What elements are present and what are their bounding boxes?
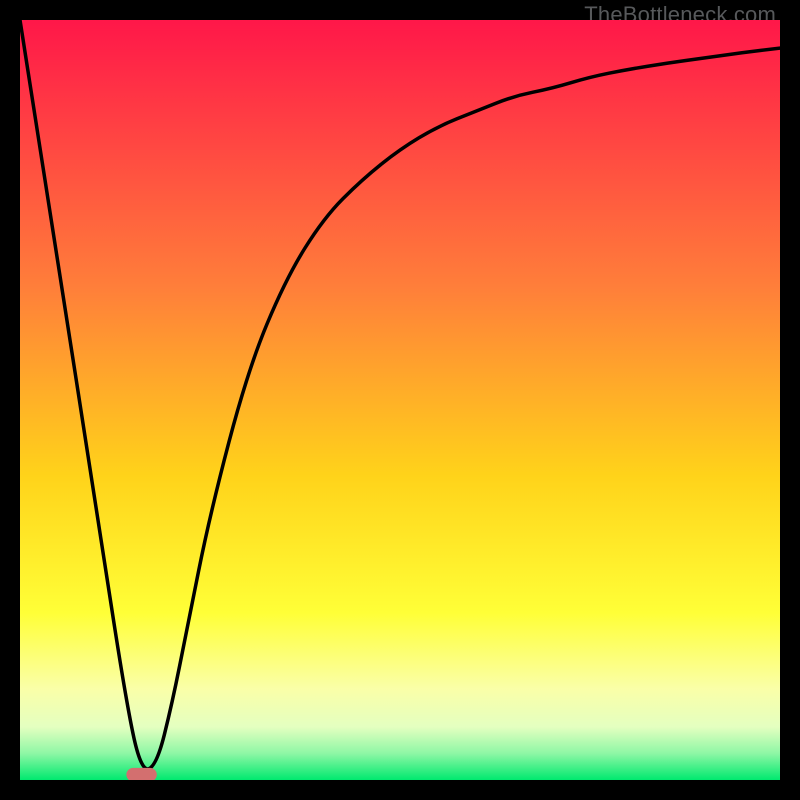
chart-plot-area [20,20,780,780]
chart-stage: TheBottleneck.com [0,0,800,800]
chart-background [20,20,780,780]
optimal-marker [126,768,156,780]
chart-svg [20,20,780,780]
